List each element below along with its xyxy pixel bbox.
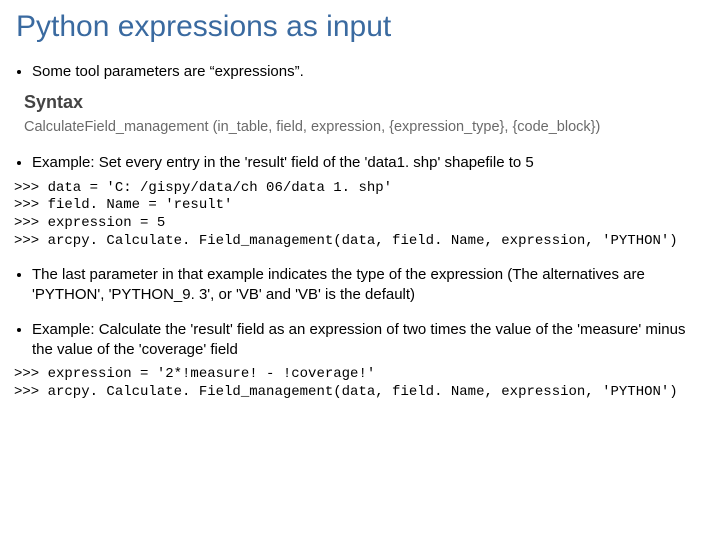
code-block-1: >>> data = 'C: /gispy/data/ch 06/data 1.…	[14, 180, 706, 252]
syntax-box: Syntax CalculateField_management (in_tab…	[24, 92, 706, 135]
bullet-intro: Some tool parameters are “expressions”.	[32, 62, 706, 82]
bullet-list-4: Example: Calculate the 'result' field as…	[32, 320, 706, 361]
bullet-last-param: The last parameter in that example indic…	[32, 265, 706, 306]
bullet-example-2: Example: Calculate the 'result' field as…	[32, 320, 706, 361]
bullet-list-3: The last parameter in that example indic…	[32, 265, 706, 306]
syntax-signature: CalculateField_management (in_table, fie…	[24, 119, 706, 135]
code-block-2: >>> expression = '2*!measure! - !coverag…	[14, 366, 706, 402]
slide: Python expressions as input Some tool pa…	[0, 0, 720, 426]
bullet-list-1: Some tool parameters are “expressions”.	[32, 62, 706, 82]
slide-title: Python expressions as input	[16, 10, 706, 44]
bullet-example-1: Example: Set every entry in the 'result'…	[32, 153, 706, 173]
syntax-heading: Syntax	[24, 92, 706, 113]
bullet-list-2: Example: Set every entry in the 'result'…	[32, 153, 706, 173]
